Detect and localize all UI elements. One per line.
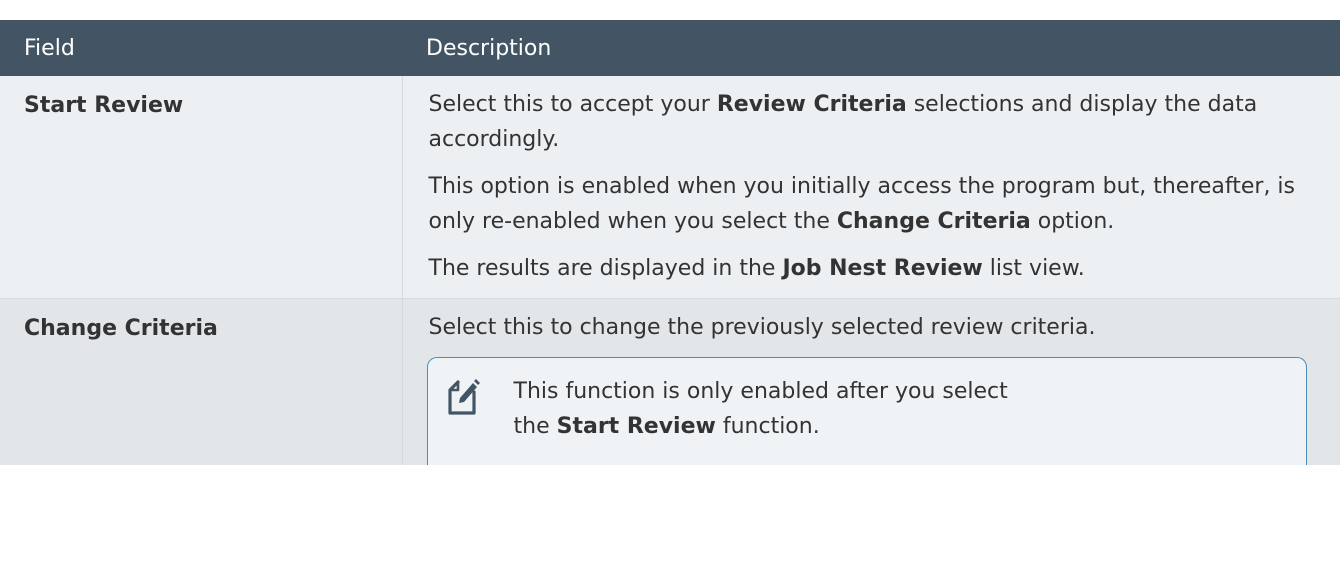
description-cell: Select this to accept your Review Criter… [401,76,1340,299]
bold-term: Start Review [556,414,716,439]
bold-term: Change Criteria [836,209,1031,234]
field-description-table: Field Description Start Review Select th… [0,20,1340,465]
note-pencil-icon [447,379,480,415]
table-row: Start Review Select this to accept your … [0,76,1340,299]
description-paragraph: This option is enabled when you initiall… [429,169,1319,239]
text: option. [1030,209,1115,234]
field-name: Start Review [0,76,402,299]
note-text: This function is only enabled after you … [514,374,1034,444]
text: The results are displayed in the [428,256,783,281]
bold-term: Job Nest Review [782,256,983,281]
text: Select this to change the previously sel… [428,315,1096,340]
description-paragraph: Select this to change the previously sel… [429,310,1340,345]
bold-term: Review Criteria [716,92,907,117]
table-header-row: Field Description [0,20,1340,76]
header-description: Description [402,20,1340,76]
document-page: Field Description Start Review Select th… [0,0,1340,583]
description-paragraph: The results are displayed in the Job Nes… [429,251,1340,286]
text: list view. [982,256,1085,281]
header-field: Field [0,20,402,76]
description-cell: Select this to change the previously sel… [401,298,1340,465]
field-name: Change Criteria [0,298,402,465]
table-row: Change Criteria Select this to change th… [0,298,1340,465]
note-callout: This function is only enabled after you … [426,357,1307,465]
description-paragraph: Select this to accept your Review Criter… [429,87,1319,157]
text: function. [715,414,820,439]
text: Select this to accept your [428,92,717,117]
